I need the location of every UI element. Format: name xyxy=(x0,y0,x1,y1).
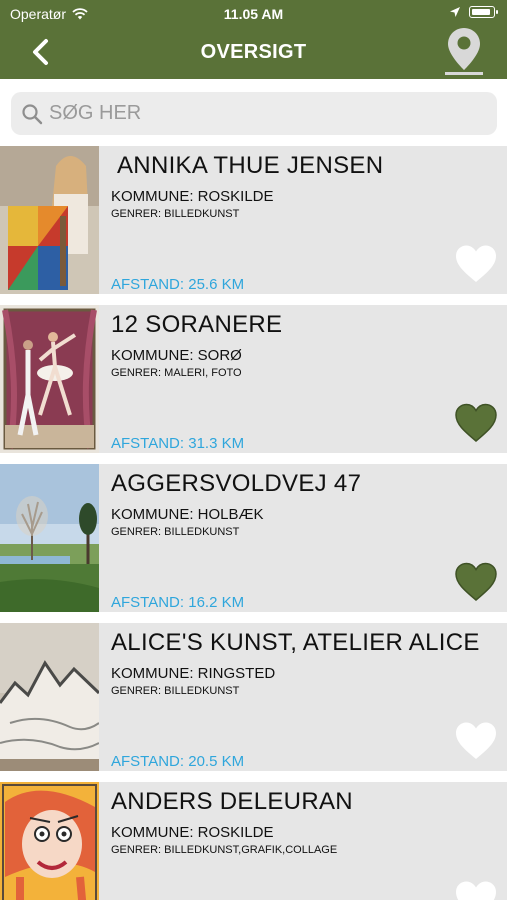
list-item[interactable]: AGGERSVOLDVEJ 47 KOMMUNE: HOLBÆK GENRER:… xyxy=(0,464,507,612)
artist-name: ALICE'S KUNST, ATELIER ALICE xyxy=(111,629,480,656)
page-title: OVERSIGT xyxy=(200,41,307,63)
status-time: 11.05 AM xyxy=(223,6,284,22)
artist-distance: AFSTAND: 25.6 KM xyxy=(111,276,245,293)
heart-icon[interactable] xyxy=(454,562,498,602)
artist-genrer: GENRER: BILLEDKUNST,GRAFIK,COLLAGE xyxy=(111,844,338,856)
heart-icon[interactable] xyxy=(454,244,498,284)
heart-icon[interactable] xyxy=(454,880,498,900)
artist-kommune: KOMMUNE: ROSKILDE xyxy=(111,188,274,205)
heart-icon[interactable] xyxy=(454,721,498,761)
status-bar: Operatør 11.05 AM xyxy=(0,0,507,28)
artist-thumbnail xyxy=(0,623,99,771)
artist-name: 12 SORANERE xyxy=(111,311,283,338)
list-item[interactable]: ALICE'S KUNST, ATELIER ALICE KOMMUNE: RI… xyxy=(0,623,507,771)
artist-list: ANNIKA THUE JENSEN KOMMUNE: ROSKILDE GEN… xyxy=(0,146,507,900)
artist-thumbnail xyxy=(0,146,99,294)
list-item[interactable]: 12 SORANERE KOMMUNE: SORØ GENRER: MALERI… xyxy=(0,305,507,453)
artist-genrer: GENRER: BILLEDKUNST xyxy=(111,208,240,220)
artist-distance: AFSTAND: 20.5 KM xyxy=(111,753,245,770)
artist-genrer: GENRER: BILLEDKUNST xyxy=(111,685,240,697)
location-arrow-icon xyxy=(450,7,460,17)
artist-thumbnail xyxy=(0,464,99,612)
battery-icon xyxy=(469,6,498,18)
status-right xyxy=(449,6,498,18)
list-item[interactable]: ANDERS DELEURAN KOMMUNE: ROSKILDE GENRER… xyxy=(0,782,507,900)
search-bar[interactable] xyxy=(11,92,497,135)
heart-icon[interactable] xyxy=(454,403,498,443)
map-pin-icon[interactable] xyxy=(443,26,485,76)
artist-name: ANDERS DELEURAN xyxy=(111,788,353,815)
top-bar: Operatør 11.05 AM OVERSIGT xyxy=(0,0,507,79)
search-icon xyxy=(22,103,43,124)
artist-kommune: KOMMUNE: HOLBÆK xyxy=(111,506,264,523)
search-input[interactable] xyxy=(49,102,469,125)
list-item[interactable]: ANNIKA THUE JENSEN KOMMUNE: ROSKILDE GEN… xyxy=(0,146,507,294)
artist-genrer: GENRER: BILLEDKUNST xyxy=(111,526,240,538)
artist-name: ANNIKA THUE JENSEN xyxy=(117,152,384,179)
artist-distance: AFSTAND: 31.3 KM xyxy=(111,435,245,452)
artist-thumbnail xyxy=(0,782,99,900)
search-area xyxy=(0,79,507,146)
artist-name: AGGERSVOLDVEJ 47 xyxy=(111,470,362,497)
artist-kommune: KOMMUNE: RINGSTED xyxy=(111,665,276,682)
artist-genrer: GENRER: MALERI, FOTO xyxy=(111,367,242,379)
artist-kommune: KOMMUNE: ROSKILDE xyxy=(111,824,274,841)
nav-bar: OVERSIGT xyxy=(0,28,507,79)
artist-kommune: KOMMUNE: SORØ xyxy=(111,347,242,364)
artist-thumbnail xyxy=(0,305,99,453)
artist-distance: AFSTAND: 16.2 KM xyxy=(111,594,245,611)
